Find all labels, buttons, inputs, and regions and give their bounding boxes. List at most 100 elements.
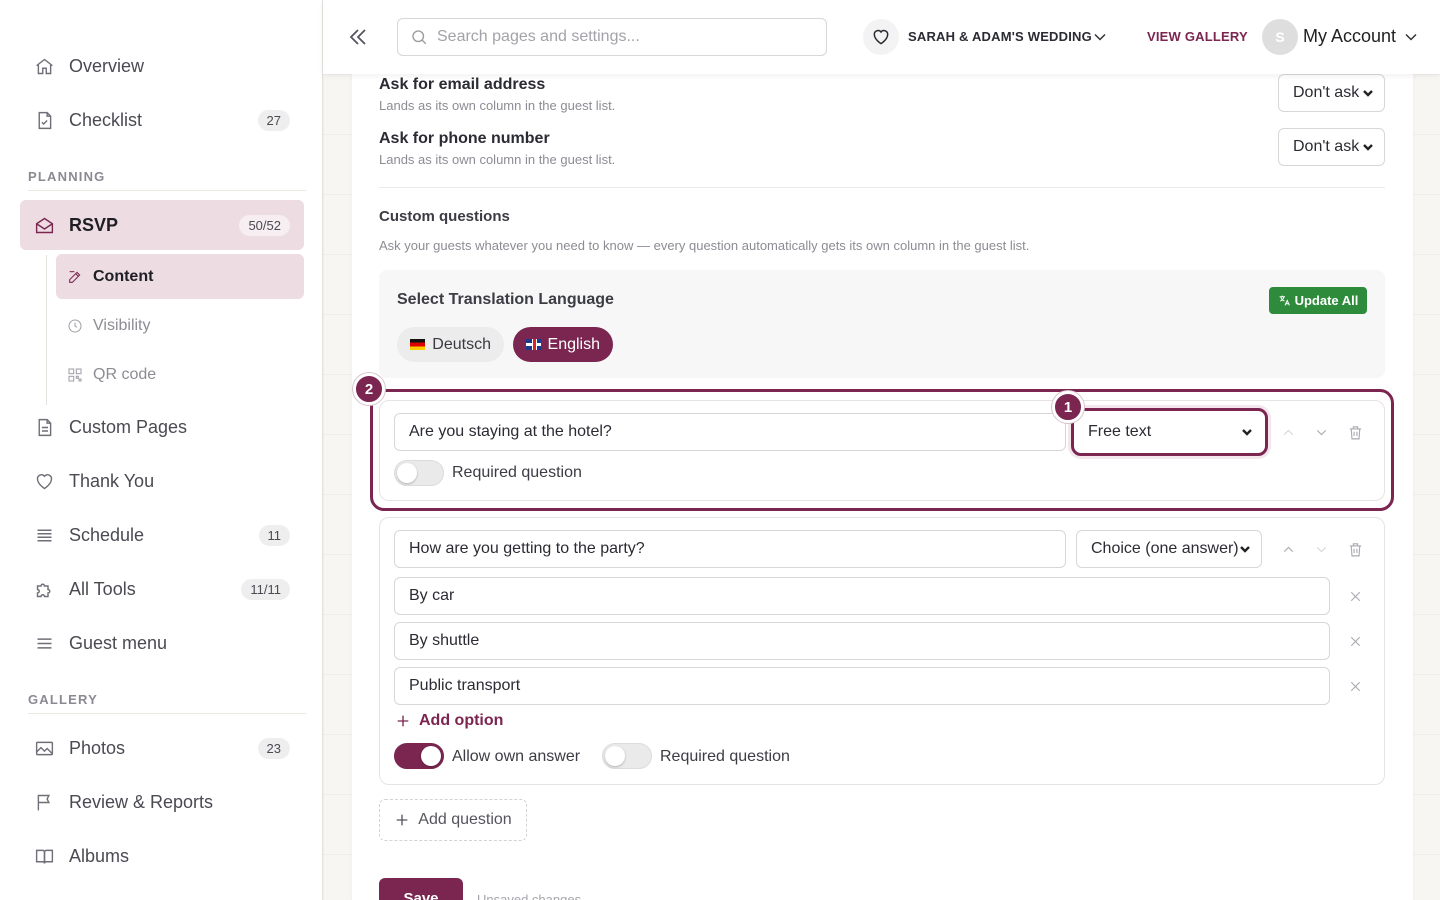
sidebar-item-all-tools[interactable]: All Tools 11/11 bbox=[20, 564, 304, 614]
language-pill-english[interactable]: English bbox=[513, 327, 613, 362]
sidebar-item-rsvp[interactable]: RSVP 50/52 bbox=[20, 200, 304, 250]
page-icon bbox=[32, 415, 56, 439]
chevron-down-icon bbox=[1363, 90, 1373, 97]
language-label: Deutsch bbox=[432, 335, 491, 353]
sidebar-item-label: Thank You bbox=[69, 470, 155, 491]
book-icon bbox=[32, 844, 56, 868]
trash-icon[interactable] bbox=[1345, 539, 1365, 559]
remove-option-close-icon[interactable] bbox=[1345, 631, 1365, 651]
move-up-icon[interactable] bbox=[1278, 539, 1298, 559]
puzzle-icon bbox=[32, 577, 56, 601]
move-up-icon[interactable] bbox=[1278, 422, 1298, 442]
move-down-icon[interactable] bbox=[1311, 422, 1331, 442]
add-question-button[interactable]: Add question bbox=[379, 799, 527, 841]
avatar[interactable]: S bbox=[1262, 19, 1298, 55]
sidebar-item-photos[interactable]: Photos 23 bbox=[20, 723, 304, 773]
remove-option-close-icon[interactable] bbox=[1345, 676, 1365, 696]
sidebar-item-albums[interactable]: Albums bbox=[20, 831, 304, 881]
wedding-selector[interactable]: SARAH & ADAM'S WEDDING bbox=[908, 29, 1092, 44]
clock-icon bbox=[66, 317, 84, 335]
sidebar-subitem-visibility[interactable]: Visibility bbox=[56, 303, 304, 348]
section-divider bbox=[28, 190, 306, 191]
option-text: By car bbox=[409, 587, 455, 604]
count-badge: 11/11 bbox=[241, 578, 290, 600]
sidebar-item-label: Schedule bbox=[69, 524, 145, 545]
phone-setting-help: Lands as its own column in the guest lis… bbox=[379, 152, 616, 167]
account-chevron-down-icon[interactable] bbox=[1401, 27, 1421, 47]
question-1-required-label: Required question bbox=[452, 464, 582, 481]
option-text: Public transport bbox=[409, 677, 521, 694]
email-select-value: Don't ask bbox=[1293, 84, 1360, 101]
phone-select-value: Don't ask bbox=[1293, 138, 1360, 155]
view-gallery-link[interactable]: VIEW GALLERY bbox=[1147, 29, 1248, 44]
update-all-button[interactable]: Update All bbox=[1269, 287, 1367, 314]
language-pill-deutsch[interactable]: Deutsch bbox=[397, 327, 504, 362]
add-option-button[interactable]: Add option bbox=[395, 712, 503, 730]
sidebar-item-schedule[interactable]: Schedule 11 bbox=[20, 510, 304, 560]
wedding-chevron-down-icon[interactable] bbox=[1090, 27, 1110, 47]
submenu-rail bbox=[46, 255, 47, 405]
option-input[interactable]: By car bbox=[394, 577, 1330, 615]
sidebar-item-thank-you[interactable]: Thank You bbox=[20, 456, 304, 506]
sidebar-item-label: Overview bbox=[69, 55, 145, 76]
checklist-icon bbox=[32, 108, 56, 132]
plus-icon bbox=[396, 814, 408, 826]
envelope-icon bbox=[32, 213, 56, 237]
step-badge-2: 2 bbox=[353, 373, 385, 405]
save-button[interactable]: Save bbox=[379, 878, 463, 900]
option-input[interactable]: Public transport bbox=[394, 667, 1330, 705]
sidebar-item-label: Custom Pages bbox=[69, 416, 188, 437]
sidebar-item-checklist[interactable]: Checklist 27 bbox=[20, 95, 304, 145]
sidebar-subitem-label: Visibility bbox=[93, 316, 151, 334]
sidebar-item-label: Review & Reports bbox=[69, 791, 214, 812]
option-input[interactable]: By shuttle bbox=[394, 622, 1330, 660]
translation-language-title: Select Translation Language bbox=[397, 291, 614, 308]
allow-own-answer-toggle[interactable] bbox=[394, 743, 444, 769]
count-badge: 23 bbox=[257, 737, 290, 759]
wedding-heart-button[interactable] bbox=[863, 19, 899, 55]
question-2-type-select[interactable]: Choice (one answer) bbox=[1076, 530, 1262, 568]
search-box[interactable] bbox=[397, 18, 827, 56]
step-badge-1: 1 bbox=[1052, 391, 1084, 423]
sidebar-subitem-qr-code[interactable]: QR code bbox=[56, 352, 304, 397]
language-label: English bbox=[547, 335, 600, 353]
email-select[interactable]: Don't ask bbox=[1278, 74, 1385, 112]
section-title-planning: PLANNING bbox=[28, 169, 106, 184]
custom-questions-title: Custom questions bbox=[379, 208, 510, 225]
email-setting-help: Lands as its own column in the guest lis… bbox=[379, 98, 616, 113]
flag-icon bbox=[32, 790, 56, 814]
double-chevron-left-icon bbox=[349, 29, 366, 45]
email-setting-label: Ask for email address bbox=[379, 76, 546, 93]
list-icon bbox=[32, 523, 56, 547]
sidebar: Overview Checklist 27 PLANNING RSVP 50/5… bbox=[0, 0, 323, 900]
edit-icon bbox=[66, 268, 84, 286]
phone-select[interactable]: Don't ask bbox=[1278, 128, 1385, 166]
sidebar-item-guest-menu[interactable]: Guest menu bbox=[20, 618, 304, 668]
move-down-icon[interactable] bbox=[1311, 539, 1331, 559]
question-1-required-toggle[interactable] bbox=[394, 460, 444, 486]
count-badge: 11 bbox=[258, 524, 290, 546]
allow-own-answer-label: Allow own answer bbox=[452, 748, 581, 765]
sidebar-subitem-content[interactable]: Content bbox=[56, 254, 304, 299]
question-2-required-toggle[interactable] bbox=[602, 743, 652, 769]
sidebar-item-review-reports[interactable]: Review & Reports bbox=[20, 777, 304, 827]
home-icon bbox=[32, 54, 56, 78]
collapse-sidebar-button[interactable] bbox=[345, 24, 371, 50]
question-2-text-input[interactable]: How are you getting to the party? bbox=[394, 530, 1066, 568]
menu-icon bbox=[32, 631, 56, 655]
trash-icon[interactable] bbox=[1345, 422, 1365, 442]
question-1-type-value: Free text bbox=[1088, 423, 1152, 440]
remove-option-close-icon[interactable] bbox=[1345, 586, 1365, 606]
heart-icon bbox=[873, 29, 889, 45]
qr-icon bbox=[66, 366, 84, 384]
sidebar-item-overview[interactable]: Overview bbox=[20, 41, 304, 91]
phone-setting-label: Ask for phone number bbox=[379, 130, 550, 147]
search-input[interactable] bbox=[437, 28, 817, 46]
count-badge: 50/52 bbox=[239, 214, 290, 236]
question-1-text-input[interactable]: Are you staying at the hotel? bbox=[394, 413, 1066, 451]
account-menu[interactable]: My Account bbox=[1303, 26, 1396, 47]
sidebar-item-label: RSVP bbox=[69, 214, 119, 235]
sidebar-item-custom-pages[interactable]: Custom Pages bbox=[20, 402, 304, 452]
question-1-type-select[interactable]: Free text bbox=[1071, 408, 1268, 456]
sidebar-item-label: Albums bbox=[69, 845, 130, 866]
